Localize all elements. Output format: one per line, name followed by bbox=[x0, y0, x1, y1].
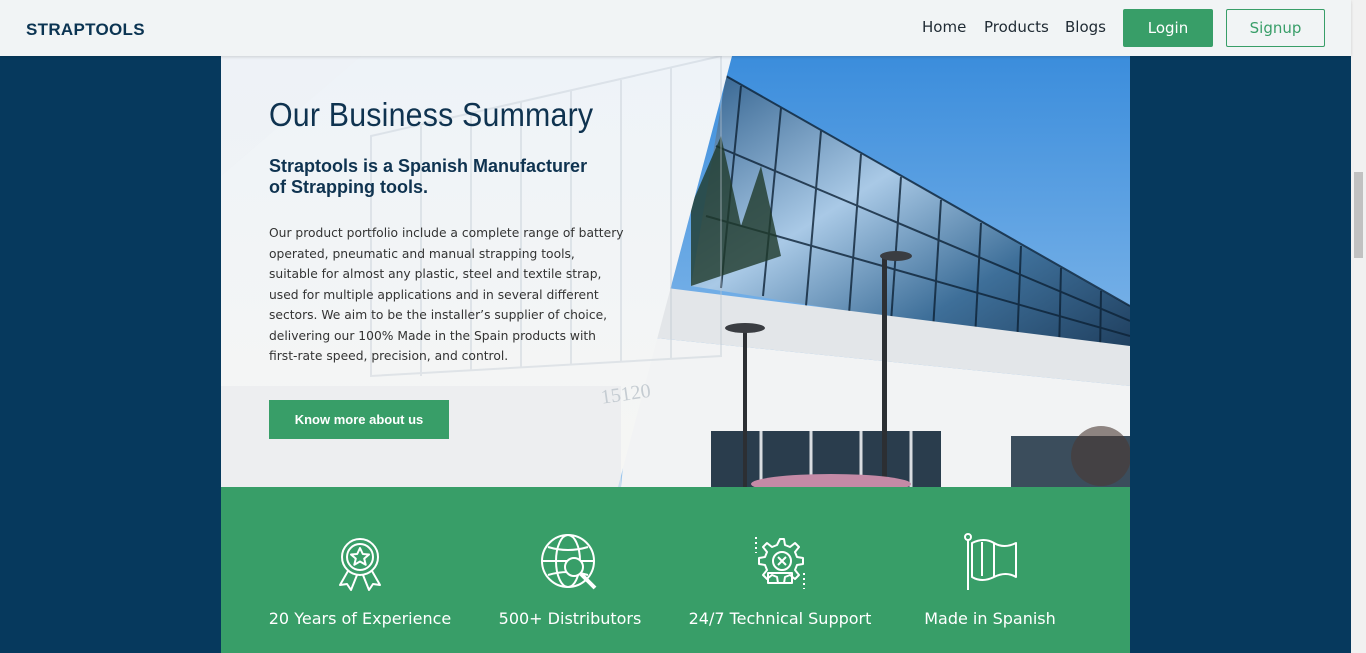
feature-label: 24/7 Technical Support bbox=[688, 609, 872, 628]
login-button[interactable]: Login bbox=[1123, 9, 1213, 47]
scrollbar-thumb[interactable] bbox=[1354, 172, 1363, 258]
top-navbar: STRAPTOOLS Home Products Blogs Login Sig… bbox=[0, 0, 1351, 56]
summary-subheading: Straptools is a Spanish Manufacturer of … bbox=[269, 156, 588, 197]
nav-link-home[interactable]: Home bbox=[922, 18, 966, 36]
feature-label: 500+ Distributors bbox=[498, 609, 642, 628]
brand-logo[interactable]: STRAPTOOLS bbox=[26, 20, 145, 40]
page-scrollbar[interactable] bbox=[1351, 0, 1366, 653]
summary-paragraph: Our product portfolio include a complete… bbox=[269, 226, 624, 363]
features-band: 20 Years of Experience 500+ Distributors… bbox=[221, 487, 1130, 653]
feature-label: 20 Years of Experience bbox=[268, 609, 452, 628]
feature-label: Made in Spanish bbox=[924, 609, 1056, 628]
know-more-button[interactable]: Know more about us bbox=[269, 400, 449, 439]
feature-experience: 20 Years of Experience bbox=[255, 533, 465, 628]
gear-wrench-icon bbox=[755, 537, 805, 589]
signup-button[interactable]: Signup bbox=[1226, 9, 1325, 47]
business-summary-section: 15120 Our Business Summary Straptools is… bbox=[221, 56, 1130, 487]
feature-made-in: Made in Spanish bbox=[885, 533, 1095, 628]
globe-search-icon bbox=[541, 534, 597, 590]
nav-link-blogs[interactable]: Blogs bbox=[1065, 18, 1106, 36]
summary-content: Our Business Summary Straptools is a Spa… bbox=[269, 96, 629, 367]
award-badge-icon bbox=[339, 538, 381, 591]
nav-link-products[interactable]: Products bbox=[984, 18, 1049, 36]
flag-icon bbox=[964, 533, 1017, 590]
feature-support: 24/7 Technical Support bbox=[675, 533, 885, 628]
feature-distributors: 500+ Distributors bbox=[465, 533, 675, 628]
page-title: Our Business Summary bbox=[269, 96, 594, 133]
